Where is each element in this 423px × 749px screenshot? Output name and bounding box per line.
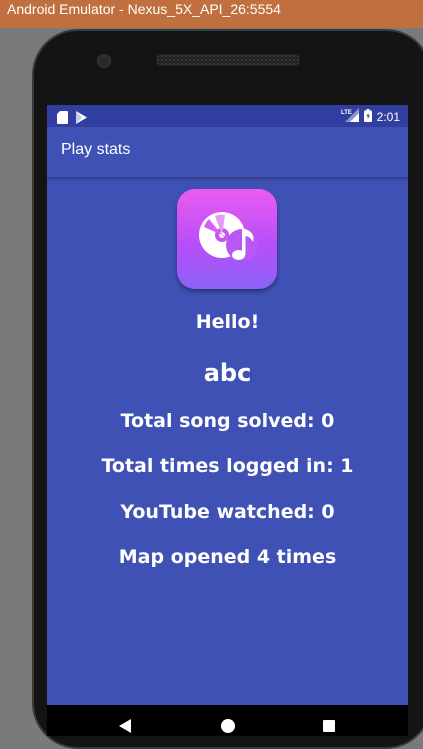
earpiece-speaker bbox=[156, 54, 300, 66]
lte-signal-icon: LTE bbox=[341, 108, 359, 125]
status-notifications bbox=[57, 109, 87, 128]
play-store-icon bbox=[76, 109, 87, 128]
emulator-title-bar: Android Emulator - Nexus_5X_API_26:5554 bbox=[0, 0, 423, 28]
device-screen: LTE 2:01 Play stats Hello! abc Total son… bbox=[47, 105, 408, 736]
music-disc-icon bbox=[177, 189, 277, 289]
times-logged-in-stat: Total times logged in: 1 bbox=[101, 455, 354, 477]
navigation-bar bbox=[47, 705, 408, 736]
front-camera bbox=[97, 54, 111, 68]
sd-card-icon bbox=[57, 109, 68, 128]
back-icon[interactable] bbox=[119, 718, 131, 736]
home-icon[interactable] bbox=[221, 719, 235, 733]
map-opened-stat: Map opened 4 times bbox=[118, 546, 337, 568]
network-type-label: LTE bbox=[341, 110, 352, 116]
status-bar: LTE 2:01 bbox=[47, 105, 408, 127]
app-bar-title: Play stats bbox=[61, 141, 131, 158]
emulator-title: Android Emulator - Nexus_5X_API_26:5554 bbox=[7, 1, 281, 17]
recents-icon[interactable] bbox=[323, 720, 335, 732]
app-bar: Play stats bbox=[47, 127, 408, 177]
greeting-text: Hello! bbox=[195, 311, 260, 333]
username-text: abc bbox=[203, 359, 252, 387]
youtube-watched-stat: YouTube watched: 0 bbox=[120, 501, 335, 523]
status-time: 2:01 bbox=[376, 109, 400, 124]
status-system: LTE 2:01 bbox=[341, 108, 400, 125]
battery-icon bbox=[363, 108, 372, 125]
songs-solved-stat: Total song solved: 0 bbox=[120, 410, 335, 432]
